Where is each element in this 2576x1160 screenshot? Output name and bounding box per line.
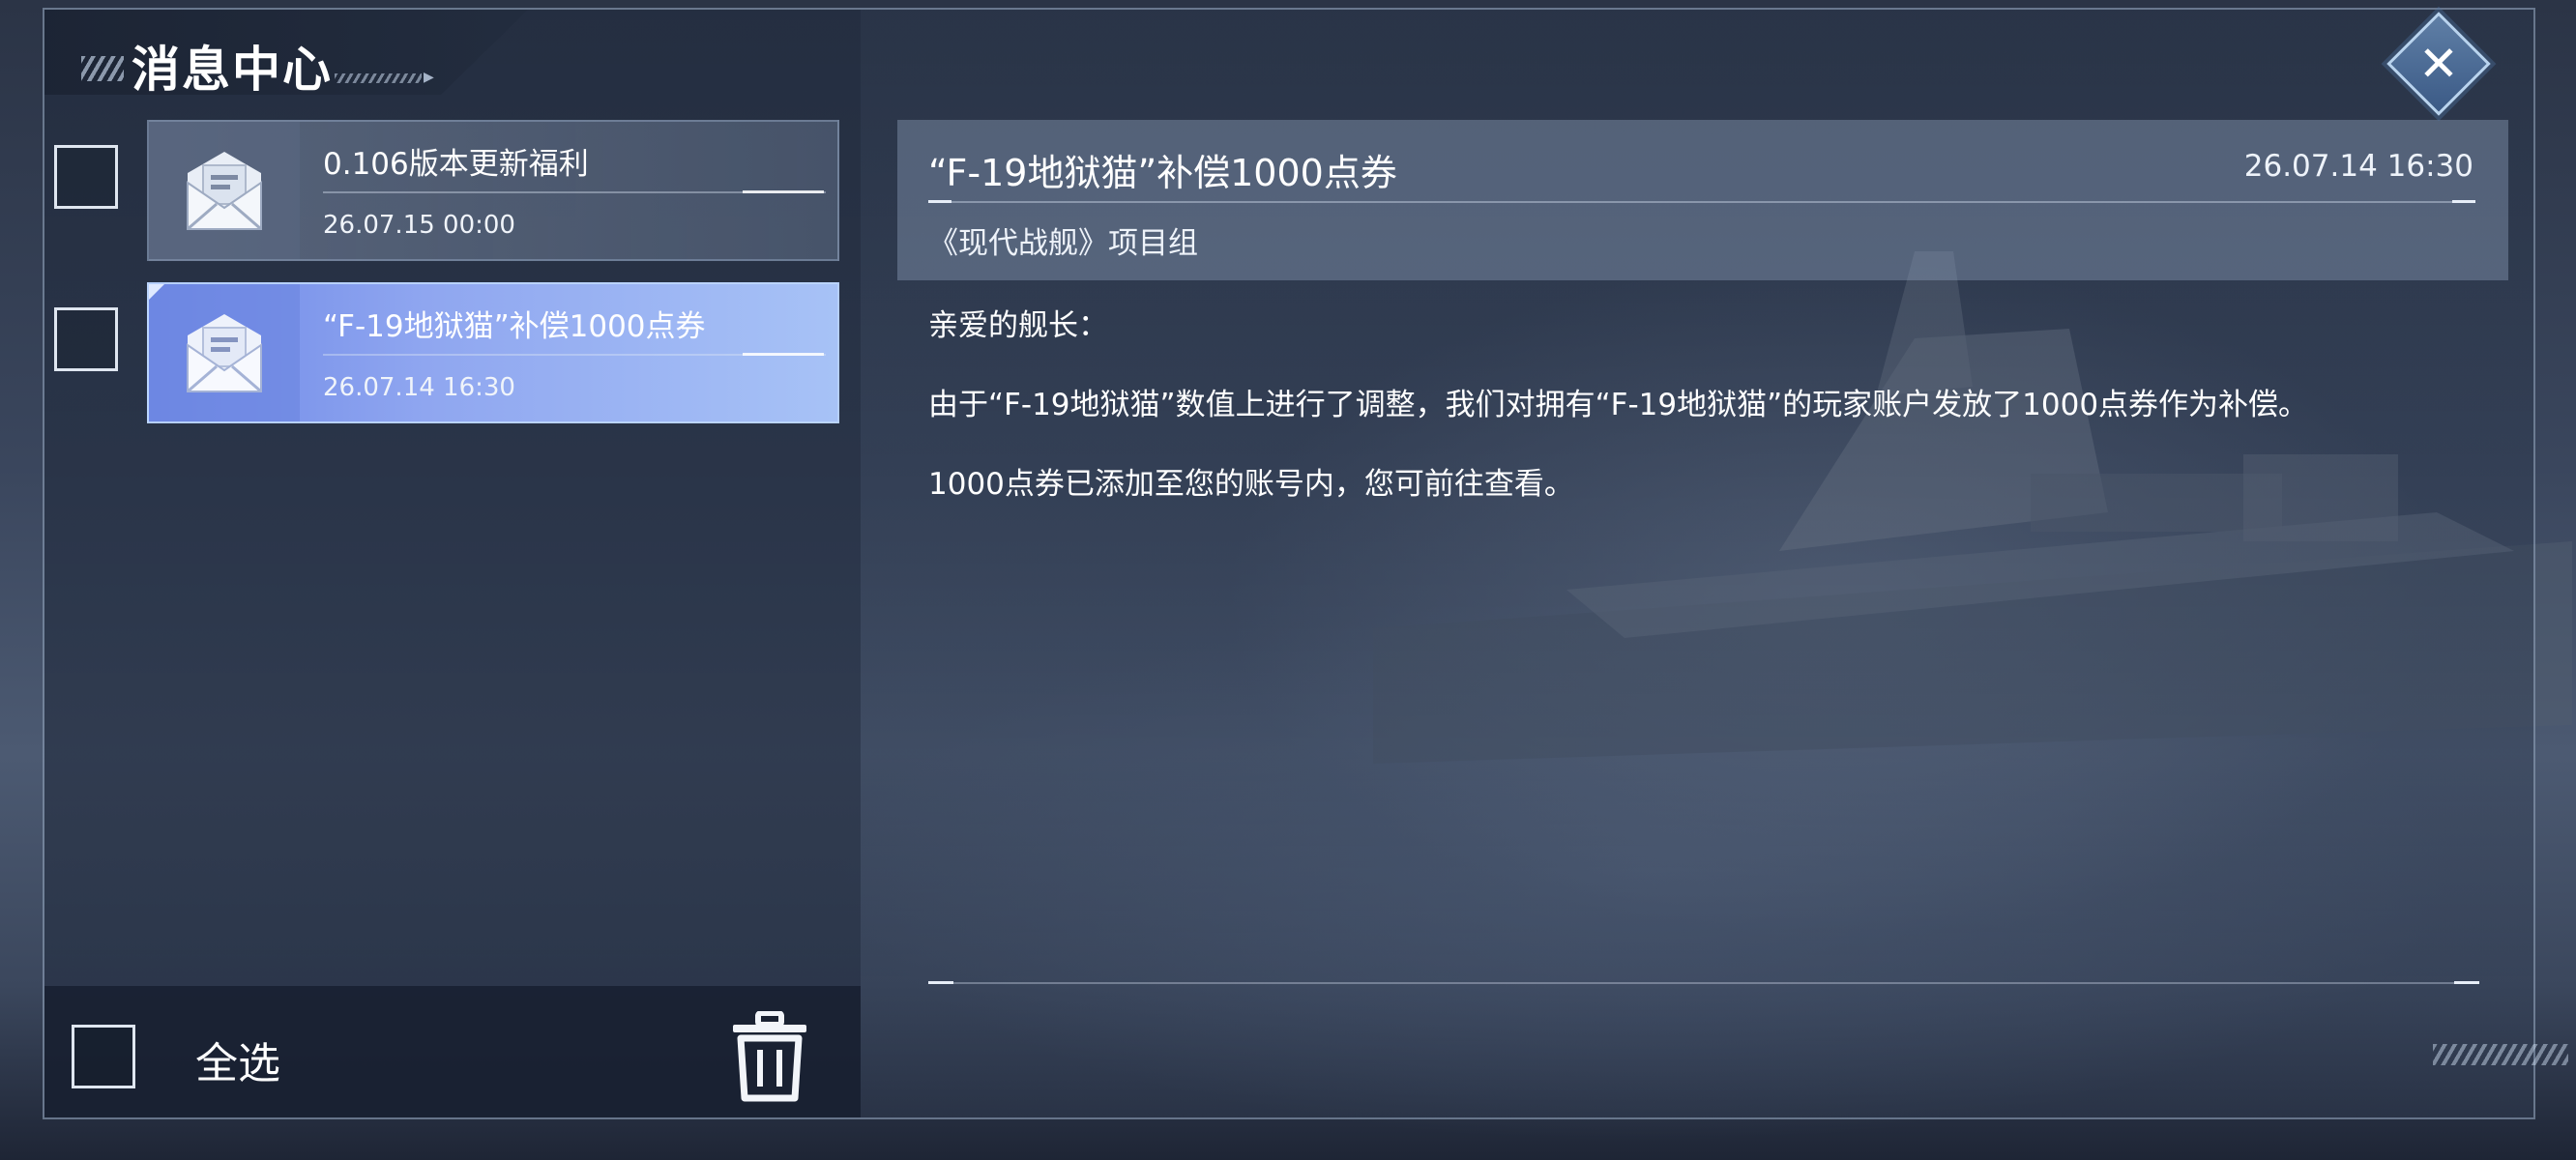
mail-icon-box [149,122,300,259]
corner-stripes-decoration [2433,1044,2568,1065]
header-arrow-icon: ▶ [424,70,434,85]
message-date: 26.07.14 16:30 [323,373,515,402]
mail-icon [187,152,262,231]
detail-paragraph: 由于“F-19地狱猫”数值上进行了调整，我们对拥有“F-19地狱猫”的玩家账户发… [928,388,2309,422]
divider-cap-left [928,981,953,984]
select-all-checkbox[interactable] [72,1025,135,1088]
message-item-1[interactable]: 0.106版本更新福利 26.07.15 00:00 [147,120,839,261]
detail-divider [928,201,2475,203]
divider-cap-right [2452,200,2475,203]
message-checkbox-1[interactable] [54,145,118,209]
panel-header: 消息中心 ▶ [44,10,528,95]
message-title: “F-19地狱猫”补偿1000点券 [323,309,706,344]
divider-cap-right [2454,981,2479,984]
detail-bottom-divider [928,982,2456,984]
detail-date: 26.07.14 16:30 [2243,149,2474,184]
header-stripes-decoration [81,56,124,81]
select-all-label[interactable]: 全选 [195,1029,280,1090]
message-list-pane: 消息中心 ▶ 0.106版本更新福利 26.07.15 00:00 “F-19地… [44,10,861,1117]
header-stripes-decoration-small [335,73,422,83]
mail-icon [187,314,262,393]
mail-icon-box [149,284,300,421]
message-detail-header: “F-19地狱猫”补偿1000点券 26.07.14 16:30 《现代战舰》项… [897,120,2508,280]
message-checkbox-2[interactable] [54,307,118,371]
list-footer: 全选 [44,986,861,1117]
message-item-2-selected[interactable]: “F-19地狱猫”补偿1000点券 26.07.14 16:30 [147,282,839,423]
message-title: 0.106版本更新福利 [323,147,589,182]
detail-paragraph: 1000点券已添加至您的账号内，您可前往查看。 [928,467,1574,502]
selected-corner-marker [149,284,164,300]
detail-greeting: 亲爱的舰长： [928,308,1108,343]
detail-sender: 《现代战舰》项目组 [928,226,1198,261]
page-title: 消息中心 [132,42,333,98]
detail-title: “F-19地狱猫”补偿1000点券 [928,152,1397,194]
divider-highlight [743,190,824,193]
message-date: 26.07.15 00:00 [323,211,515,240]
divider-cap-left [928,200,951,203]
message-detail-body: 亲爱的舰长： 由于“F-19地狱猫”数值上进行了调整，我们对拥有“F-19地狱猫… [928,305,2475,543]
close-icon[interactable]: ✕ [2402,27,2475,101]
divider-highlight [743,353,824,356]
trash-icon[interactable] [729,1011,810,1102]
message-center-panel: 消息中心 ▶ 0.106版本更新福利 26.07.15 00:00 “F-19地… [43,8,2568,1119]
